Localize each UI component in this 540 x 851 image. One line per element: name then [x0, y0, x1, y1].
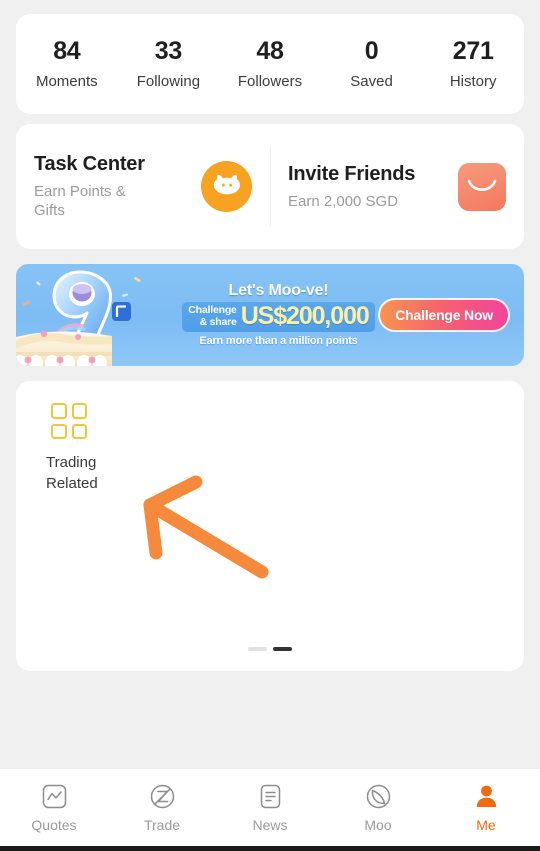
- scroll-content: 84 Moments 33 Following 48 Followers 0 S…: [0, 0, 540, 768]
- task-center-title: Task Center: [34, 153, 145, 176]
- promo-banner[interactable]: Let's Moo-ve! Challenge & share US$200,0…: [16, 264, 524, 366]
- stat-label: Following: [136, 73, 201, 90]
- tab-label: News: [252, 817, 288, 833]
- stat-label: History: [449, 73, 497, 90]
- stat-value: 271: [452, 36, 494, 65]
- stat-value: 84: [53, 36, 81, 65]
- stat-moments[interactable]: 84 Moments: [16, 36, 118, 91]
- stat-value: 33: [154, 36, 183, 65]
- banner-challenge-line2: & share: [199, 315, 237, 328]
- person-icon: [471, 781, 501, 811]
- tab-moo[interactable]: Moo: [324, 781, 432, 832]
- shortcut-label: Trading Related: [46, 454, 98, 492]
- banner-challenge-line1: Challenge: [188, 304, 237, 317]
- task-center-subtitle: Earn Points & Gifts: [34, 183, 126, 219]
- invite-friends-subtitle: Earn 2,000 SGD: [288, 192, 399, 210]
- stat-label: Followers: [237, 73, 303, 90]
- shortcut-trading-related[interactable]: Trading Related: [46, 403, 138, 494]
- trade-circle-z-icon: [147, 781, 177, 811]
- tab-label: Quotes: [31, 817, 77, 833]
- anniversary-cake-icon: [16, 270, 141, 366]
- bottom-tab-bar: Quotes Trade News Moo Me: [0, 768, 540, 851]
- home-indicator: [0, 846, 540, 851]
- bull-face-icon: [201, 161, 252, 212]
- stats-card: 84 Moments 33 Following 48 Followers 0 S…: [16, 14, 524, 114]
- task-center-entry[interactable]: Task Center Earn Points & Gifts: [16, 124, 270, 249]
- stat-saved[interactable]: 0 Saved: [321, 36, 423, 91]
- entry-card: Task Center Earn Points & Gifts Invite F…: [16, 124, 524, 249]
- profile-screen: 84 Moments 33 Following 48 Followers 0 S…: [0, 0, 540, 851]
- stat-value: 0: [364, 36, 379, 65]
- page-indicator: [16, 647, 524, 651]
- invite-friends-entry[interactable]: Invite Friends Earn 2,000 SGD: [270, 124, 524, 249]
- task-center-text: Task Center Earn Points & Gifts: [34, 152, 154, 221]
- tab-me[interactable]: Me: [432, 781, 540, 832]
- banner-amount-row: Challenge & share US$200,000: [182, 302, 375, 332]
- stat-following[interactable]: 33 Following: [118, 36, 220, 91]
- stat-label: Saved: [350, 73, 393, 90]
- chart-square-icon: [39, 781, 69, 811]
- shortcut-grid-card: Trading Related: [16, 381, 524, 671]
- tab-quotes[interactable]: Quotes: [0, 781, 108, 832]
- banner-amount: US$200,000: [240, 302, 370, 330]
- tab-trade[interactable]: Trade: [108, 781, 216, 832]
- tab-label: Me: [476, 817, 496, 833]
- invite-friends-text: Invite Friends Earn 2,000 SGD: [288, 162, 415, 212]
- banner-copy: Let's Moo-ve! Challenge & share US$200,0…: [166, 264, 391, 366]
- page-dot-active[interactable]: [273, 647, 292, 651]
- grid-four-squares-icon: [51, 403, 87, 439]
- moo-crescent-icon: [363, 781, 393, 811]
- tab-news[interactable]: News: [216, 781, 324, 832]
- envelope-icon: [458, 162, 506, 211]
- tab-label: Trade: [143, 817, 181, 833]
- invite-friends-title: Invite Friends: [288, 162, 416, 185]
- banner-challenge-label: Challenge & share: [188, 304, 237, 328]
- page-dot[interactable]: [248, 647, 267, 651]
- tab-label: Moo: [364, 817, 392, 833]
- stat-history[interactable]: 271 History: [422, 36, 524, 91]
- stat-value: 48: [256, 36, 284, 65]
- stat-label: Moments: [35, 73, 98, 90]
- banner-subline: Earn more than a million points: [199, 335, 358, 347]
- document-lines-icon: [255, 781, 285, 811]
- challenge-now-button[interactable]: Challenge Now: [378, 298, 510, 332]
- stat-followers[interactable]: 48 Followers: [219, 36, 321, 91]
- banner-headline: Let's Moo-ve!: [228, 282, 329, 299]
